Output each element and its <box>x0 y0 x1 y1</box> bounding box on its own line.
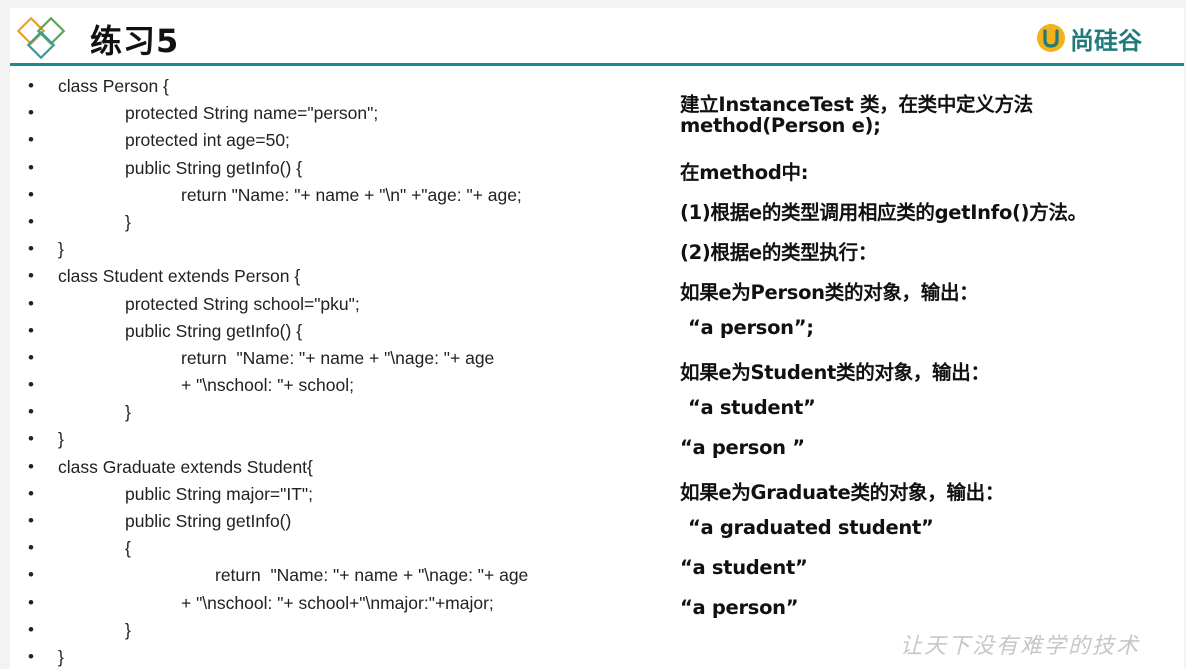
code-text: public String major="IT"; <box>125 483 313 504</box>
instruction-line: 建立InstanceTest 类，在类中定义方法 <box>680 93 1033 116</box>
bullet-icon: • <box>28 76 34 95</box>
code-line: • public String major="IT"; <box>10 482 670 509</box>
code-line: •} <box>10 400 670 427</box>
bullet-icon: • <box>28 211 34 231</box>
instruction-line: 如果e为Person类的对象，输出： <box>680 281 979 304</box>
instruction-line: “a person”; <box>688 316 814 339</box>
bullet-icon: • <box>28 646 34 666</box>
bullet-icon: • <box>28 347 34 367</box>
code-text: class Student extends Person { <box>58 266 301 287</box>
code-text: } <box>58 646 64 667</box>
code-line: •{ <box>10 536 670 563</box>
code-line: • protected String school="pku"; <box>10 292 670 319</box>
page-title: 练习5 <box>90 22 180 60</box>
code-line: •} <box>10 427 670 454</box>
code-line: • class Graduate extends Student{ <box>10 455 670 482</box>
bullet-icon: • <box>28 538 34 558</box>
code-text: protected int age=50; <box>125 130 290 151</box>
code-text: return "Name: "+ name + "\n" +"age: "+ a… <box>181 184 522 205</box>
bullet-icon: • <box>28 130 34 150</box>
brand-name: 尚硅谷 <box>1070 26 1142 55</box>
bullet-icon: • <box>28 266 34 286</box>
bullet-icon: • <box>28 565 34 585</box>
code-line: • return "Name: "+ name + "\n" +"age: "+ … <box>10 183 670 210</box>
code-line: • public String getInfo() <box>10 509 670 536</box>
slide-header: 练习5 尚硅谷 <box>10 8 1184 64</box>
code-text: } <box>125 211 131 232</box>
code-line: • class Student extends Person { <box>10 264 670 291</box>
bullet-icon: • <box>28 184 34 204</box>
bullet-icon: • <box>28 592 34 612</box>
instruction-line: “a student” <box>680 556 808 579</box>
code-text: class Person { <box>58 76 169 96</box>
code-text: public String getInfo() { <box>125 157 303 178</box>
code-text: return "Name: "+ name + "\nage: "+ age <box>215 565 529 586</box>
code-line: • return "Name: "+ name + "\nage: "+ age <box>10 346 670 373</box>
code-line: •} <box>10 618 670 645</box>
bullet-icon: • <box>28 293 34 313</box>
instruction-line: “a person ” <box>680 436 805 459</box>
code-line: •} <box>10 210 670 237</box>
code-text: } <box>125 619 131 640</box>
instruction-line: “a graduated student” <box>688 516 934 539</box>
code-text: public String getInfo() <box>125 511 292 531</box>
code-listing: • class Person { • protected String name="p… <box>10 74 670 669</box>
code-text: public String getInfo() { <box>125 320 303 341</box>
instruction-line: method(Person e); <box>680 114 881 137</box>
bullet-icon: • <box>28 483 34 503</box>
bullet-icon: • <box>28 375 34 395</box>
instruction-line: “a student” <box>688 396 816 419</box>
bullet-icon: • <box>28 511 34 530</box>
bullet-icon: • <box>28 103 34 123</box>
bullet-icon: • <box>28 456 34 476</box>
instruction-line: 如果e为Student类的对象，输出： <box>680 361 990 384</box>
code-line: • + "\nschool: "+ school; <box>10 373 670 400</box>
bullet-icon: • <box>28 429 34 449</box>
code-text: } <box>58 239 64 260</box>
code-line: • + "\nschool: "+ school+"\nmajor:"+major… <box>10 591 670 618</box>
diamonds-logo-icon <box>16 16 66 60</box>
code-text: } <box>125 402 131 423</box>
code-line: • public String getInfo() { <box>10 319 670 346</box>
instruction-line: 如果e为Graduate类的对象，输出： <box>680 481 1005 504</box>
brand-u-icon <box>1037 24 1065 52</box>
slide: 练习5 尚硅谷 • class Person { • protected String… <box>10 8 1184 669</box>
bullet-icon: • <box>28 239 34 259</box>
watermark: 让天下没有难学的技术 <box>900 634 1141 659</box>
instruction-line: 在method中: <box>680 161 809 184</box>
instruction-line: “a person” <box>680 596 799 619</box>
bullet-icon: • <box>28 320 34 340</box>
code-text: protected String school="pku"; <box>125 293 360 314</box>
header-divider <box>10 63 1184 66</box>
bullet-icon: • <box>28 402 34 422</box>
bullet-icon: • <box>28 157 34 177</box>
instruction-line: (1)根据e的类型调用相应类的getInfo()方法。 <box>680 201 1087 224</box>
brand-logo: 尚硅谷 <box>1036 22 1142 55</box>
code-text: + "\nschool: "+ school+"\nmajor:"+major; <box>181 592 494 613</box>
code-line: •} <box>10 237 670 264</box>
code-text: + "\nschool: "+ school; <box>181 375 354 396</box>
code-text: } <box>58 429 64 450</box>
bullet-icon: • <box>28 619 34 639</box>
code-text: class Graduate extends Student{ <box>58 456 313 477</box>
code-line: •} <box>10 645 670 669</box>
code-text: protected String name="person"; <box>125 103 379 124</box>
code-line: • protected int age=50; <box>10 128 670 155</box>
code-line: • class Person { <box>10 74 670 101</box>
code-line: • public String getInfo() { <box>10 156 670 183</box>
code-line: • return "Name: "+ name + "\nage: "+ age <box>10 563 670 590</box>
code-text: return "Name: "+ name + "\nage: "+ age <box>181 347 495 368</box>
code-line: • protected String name="person"; <box>10 101 670 128</box>
code-text: { <box>125 538 131 559</box>
instruction-line: (2)根据e的类型执行： <box>680 241 878 264</box>
